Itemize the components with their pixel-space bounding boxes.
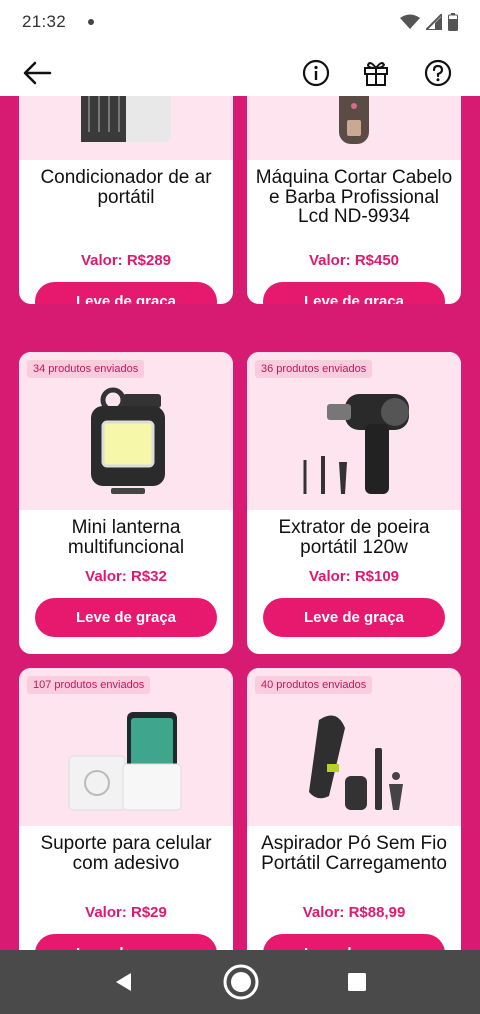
get-free-button[interactable]: Leve de graça — [35, 934, 217, 950]
product-title: Suporte para celular com adesivo — [40, 833, 212, 874]
get-free-button[interactable]: Leve de graça — [263, 598, 445, 637]
product-card: Máquina Cortar Cabelo e Barba Profission… — [247, 96, 461, 304]
product-title: Condicionador de ar portátil — [40, 167, 212, 208]
product-card: 34 produtos enviados Mini lanterna multi… — [19, 352, 233, 654]
air-conditioner-image — [81, 96, 171, 142]
system-navigation-bar — [0, 950, 480, 1014]
product-title: Extrator de poeira portátil 120w — [278, 517, 430, 558]
product-price: Valor: R$109 — [308, 568, 400, 585]
app-bar — [0, 44, 480, 96]
status-icons — [400, 13, 458, 31]
signal-icon — [426, 14, 442, 30]
get-free-button[interactable]: Leve de graça — [263, 282, 445, 304]
sent-count-badge: 34 produtos enviados — [27, 360, 145, 378]
product-title: Máquina Cortar Cabelo e Barba Profission… — [255, 167, 453, 227]
arrow-left-icon — [23, 61, 52, 85]
recents-square-icon[interactable] — [347, 972, 367, 992]
sent-count-badge: 40 produtos enviados — [255, 676, 373, 694]
gift-button[interactable] — [361, 58, 391, 88]
gift-icon — [364, 62, 388, 86]
product-card: 107 produtos enviados Suporte para celul… — [19, 668, 233, 950]
product-image: 40 produtos enviados — [247, 668, 461, 826]
product-title: Aspirador Pó Sem Fio Portátil Carregamen… — [261, 833, 447, 874]
product-card: 40 produtos enviados Aspirador Pó Sem Fi… — [247, 668, 461, 950]
status-time: 21:32 — [22, 12, 67, 31]
battery-icon — [448, 13, 458, 31]
product-title: Mini lanterna multifuncional — [67, 517, 185, 558]
help-button[interactable] — [423, 58, 453, 88]
wifi-icon — [400, 14, 420, 29]
product-price: Valor: R$450 — [308, 252, 400, 269]
home-circle-icon[interactable] — [222, 963, 260, 1001]
back-button[interactable] — [22, 58, 62, 88]
product-price: Valor: R$29 — [85, 904, 167, 921]
status-bar: 21:32 — [0, 0, 480, 44]
product-price: Valor: R$32 — [85, 568, 167, 585]
sent-count-badge: 36 produtos enviados — [255, 360, 373, 378]
product-image — [247, 96, 461, 160]
help-icon — [424, 59, 452, 87]
product-card: Condicionador de ar portátil Valor: R$28… — [19, 96, 233, 304]
back-triangle-icon[interactable] — [113, 971, 135, 993]
product-list[interactable]: Condicionador de ar portátil Valor: R$28… — [0, 96, 480, 950]
hair-clipper-image — [339, 96, 369, 144]
product-image: 36 produtos enviados — [247, 352, 461, 510]
get-free-button[interactable]: Leve de graça — [35, 598, 217, 637]
get-free-button[interactable]: Leve de graça — [35, 282, 217, 304]
product-price: Valor: R$289 — [80, 252, 172, 269]
info-icon — [302, 59, 330, 87]
sent-count-badge: 107 produtos enviados — [27, 676, 151, 694]
product-image — [19, 96, 233, 160]
product-image: 107 produtos enviados — [19, 668, 233, 826]
product-card: 36 produtos enviados Extrator de poeira … — [247, 352, 461, 654]
product-image: 34 produtos enviados — [19, 352, 233, 510]
product-price: Valor: R$88,99 — [302, 904, 406, 921]
info-button[interactable] — [301, 58, 331, 88]
notification-dot-icon — [88, 19, 95, 25]
get-free-button[interactable]: Leve de graça — [263, 934, 445, 950]
